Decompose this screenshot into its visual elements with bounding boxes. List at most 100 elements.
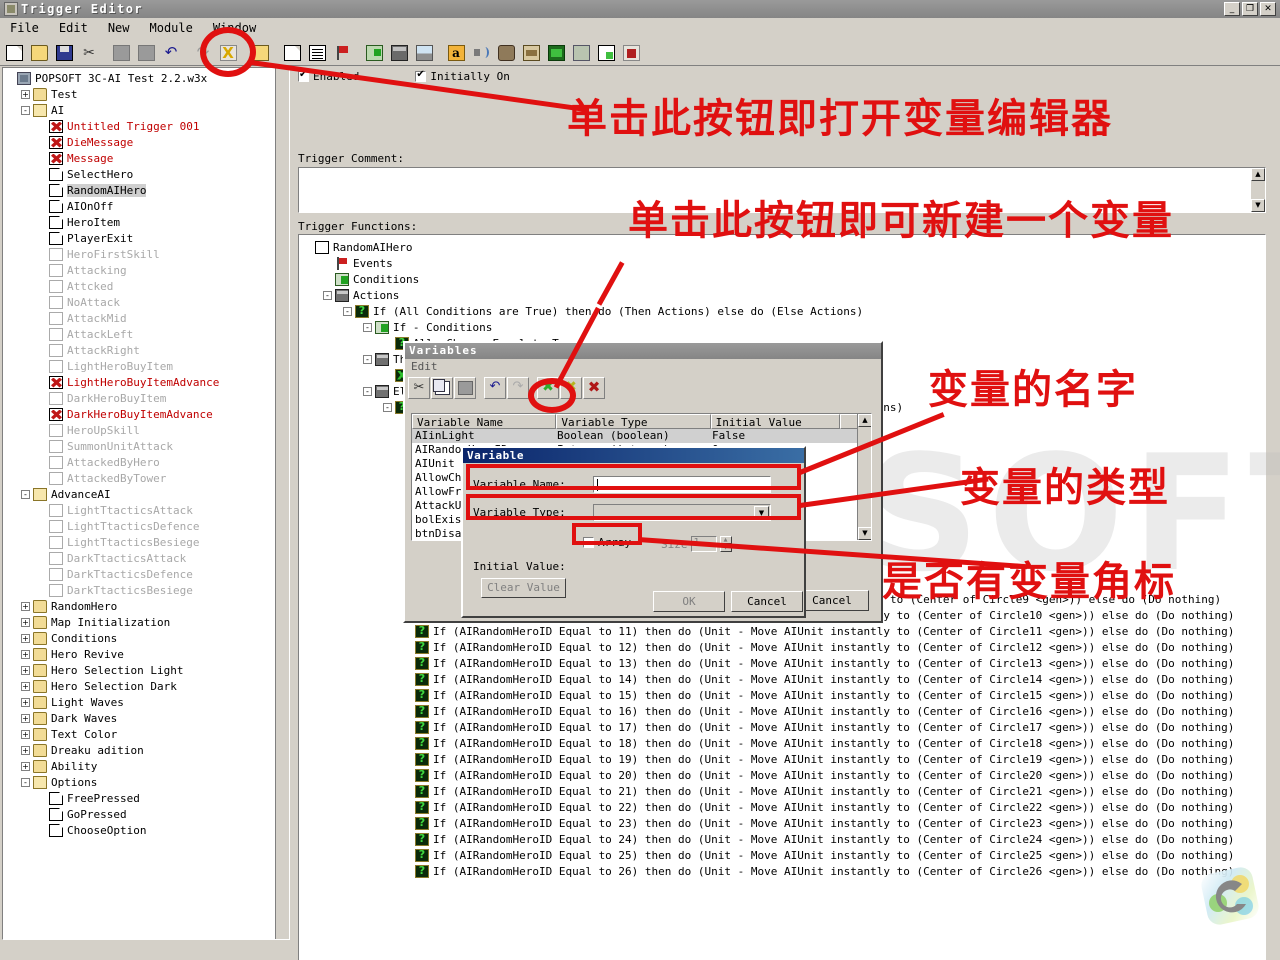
function-item[interactable]: If (AIRandomHeroID Equal to 22) then do …: [303, 799, 1234, 815]
function-item[interactable]: If (AIRandomHeroID Equal to 12) then do …: [303, 639, 1234, 655]
comment-scroll-up-arrow[interactable]: ▲: [1251, 168, 1265, 181]
collapse-icon[interactable]: -: [323, 290, 332, 300]
var-cut-button[interactable]: ✂: [408, 377, 430, 399]
new-map-button[interactable]: [2, 41, 26, 64]
function-item[interactable]: If (AIRandomHeroID Equal to 18) then do …: [303, 735, 1234, 751]
variable-row[interactable]: AIinLight Boolean (boolean) False: [412, 429, 871, 443]
tree-item[interactable]: LightTtacticsBesiege: [5, 534, 289, 550]
test-map-button[interactable]: [619, 41, 643, 64]
tree-item[interactable]: + Hero Selection Dark: [5, 678, 289, 694]
new-comment-button[interactable]: [305, 41, 329, 64]
function-item[interactable]: - If (All Conditions are True) then do (T…: [303, 303, 1234, 319]
tree-item[interactable]: HeroItem: [5, 214, 289, 230]
collapse-icon[interactable]: -: [383, 402, 392, 412]
function-item[interactable]: If (AIRandomHeroID Equal to 24) then do …: [303, 831, 1234, 847]
tree-item[interactable]: AttackedByTower: [5, 470, 289, 486]
collapse-icon[interactable]: -: [343, 306, 352, 316]
collapse-icon[interactable]: -: [21, 489, 30, 499]
tree-item[interactable]: AttackedByHero: [5, 454, 289, 470]
tree-item[interactable]: GoPressed: [5, 806, 289, 822]
tree-item[interactable]: POPSOFT 3C-AI Test 2.2.w3x: [5, 70, 289, 86]
var-paste-button[interactable]: [454, 377, 476, 399]
expand-icon[interactable]: +: [21, 681, 30, 691]
tree-item[interactable]: HeroUpSkill: [5, 422, 289, 438]
tree-item[interactable]: + Map Initialization: [5, 614, 289, 630]
expand-icon[interactable]: +: [21, 649, 30, 659]
tree-item[interactable]: + Conditions: [5, 630, 289, 646]
function-item[interactable]: If (AIRandomHeroID Equal to 23) then do …: [303, 815, 1234, 831]
tree-item[interactable]: DarkTtacticsAttack: [5, 550, 289, 566]
new-event-button[interactable]: [330, 41, 354, 64]
tree-item[interactable]: SelectHero: [5, 166, 289, 182]
tree-item[interactable]: DarkHeroBuyItem: [5, 390, 289, 406]
function-item[interactable]: If (AIRandomHeroID Equal to 19) then do …: [303, 751, 1234, 767]
menu-edit[interactable]: Edit: [49, 19, 98, 37]
tree-item[interactable]: Attcked: [5, 278, 289, 294]
tree-item[interactable]: + Test: [5, 86, 289, 102]
expand-icon[interactable]: +: [21, 89, 30, 99]
tree-item[interactable]: ChooseOption: [5, 822, 289, 838]
tree-item[interactable]: DarkHeroBuyItemAdvance: [5, 406, 289, 422]
expand-icon[interactable]: +: [21, 633, 30, 643]
cut-button[interactable]: ✂: [77, 41, 101, 64]
column-variable-type[interactable]: Variable Type: [556, 414, 711, 429]
tree-item[interactable]: + Ability: [5, 758, 289, 774]
collapse-icon[interactable]: -: [363, 354, 372, 364]
tree-item[interactable]: DarkTtacticsDefence: [5, 566, 289, 582]
function-item[interactable]: If (AIRandomHeroID Equal to 13) then do …: [303, 655, 1234, 671]
import-manager-button[interactable]: [569, 41, 593, 64]
collapse-icon[interactable]: -: [21, 777, 30, 787]
object-editor-button[interactable]: [544, 41, 568, 64]
expand-icon[interactable]: +: [21, 729, 30, 739]
expand-icon[interactable]: +: [21, 713, 30, 723]
open-map-button[interactable]: [27, 41, 51, 64]
expand-icon[interactable]: +: [21, 665, 30, 675]
tree-scrollbar[interactable]: [275, 68, 289, 939]
tree-item[interactable]: AttackLeft: [5, 326, 289, 342]
variable-cancel-button[interactable]: Cancel: [731, 591, 803, 612]
expand-icon[interactable]: +: [21, 697, 30, 707]
function-item[interactable]: RandomAIHero: [303, 239, 1234, 255]
minimize-button[interactable]: _: [1224, 2, 1240, 16]
tree-item[interactable]: + RandomHero: [5, 598, 289, 614]
export-button[interactable]: [594, 41, 618, 64]
trigger-tree-panel[interactable]: POPSOFT 3C-AI Test 2.2.w3x + Test - AI Untitl…: [2, 67, 290, 940]
close-button[interactable]: ✕: [1260, 2, 1276, 16]
tree-item[interactable]: PlayerExit: [5, 230, 289, 246]
column-variable-name[interactable]: Variable Name: [412, 414, 557, 429]
maximize-button[interactable]: ❐: [1242, 2, 1258, 16]
function-item[interactable]: If (AIRandomHeroID Equal to 16) then do …: [303, 703, 1234, 719]
tree-item[interactable]: - Options: [5, 774, 289, 790]
variables-list-scrollbar[interactable]: ▲ ▼: [857, 414, 871, 540]
function-item[interactable]: If (AIRandomHeroID Equal to 26) then do …: [303, 863, 1234, 879]
upgrade-editor-button[interactable]: [519, 41, 543, 64]
variables-scroll-down-arrow[interactable]: ▼: [858, 527, 871, 540]
tree-item[interactable]: SummonUnitAttack: [5, 438, 289, 454]
initially-on-checkbox[interactable]: [415, 69, 427, 82]
function-item[interactable]: If (AIRandomHeroID Equal to 17) then do …: [303, 719, 1234, 735]
function-item[interactable]: If (AIRandomHeroID Equal to 20) then do …: [303, 767, 1234, 783]
sound-editor-button[interactable]: [469, 41, 493, 64]
menu-new[interactable]: New: [98, 19, 140, 37]
tree-item[interactable]: + Light Waves: [5, 694, 289, 710]
tree-item[interactable]: DieMessage: [5, 134, 289, 150]
variables-cancel-button[interactable]: Cancel: [795, 590, 869, 611]
tree-item[interactable]: + Hero Revive: [5, 646, 289, 662]
save-map-button[interactable]: [52, 41, 76, 64]
terrain-editor-button[interactable]: [412, 41, 436, 64]
menu-file[interactable]: File: [0, 19, 49, 37]
var-copy-button[interactable]: [431, 377, 453, 399]
collapse-icon[interactable]: -: [21, 105, 30, 115]
tree-item[interactable]: + Dark Waves: [5, 710, 289, 726]
copy-button[interactable]: [109, 41, 133, 64]
comment-scroll-down-arrow[interactable]: ▼: [1251, 199, 1265, 212]
variables-scroll-up-arrow[interactable]: ▲: [858, 414, 871, 427]
function-item[interactable]: Conditions: [303, 271, 1234, 287]
var-redo-button[interactable]: ↷: [507, 377, 529, 399]
tree-item[interactable]: Untitled Trigger 001: [5, 118, 289, 134]
tree-item[interactable]: LightHeroBuyItemAdvance: [5, 374, 289, 390]
undo-button[interactable]: ↶: [159, 41, 183, 64]
tree-item[interactable]: HeroFirstSkill: [5, 246, 289, 262]
tree-item[interactable]: + Text Color: [5, 726, 289, 742]
var-undo-button[interactable]: ↶: [484, 377, 506, 399]
